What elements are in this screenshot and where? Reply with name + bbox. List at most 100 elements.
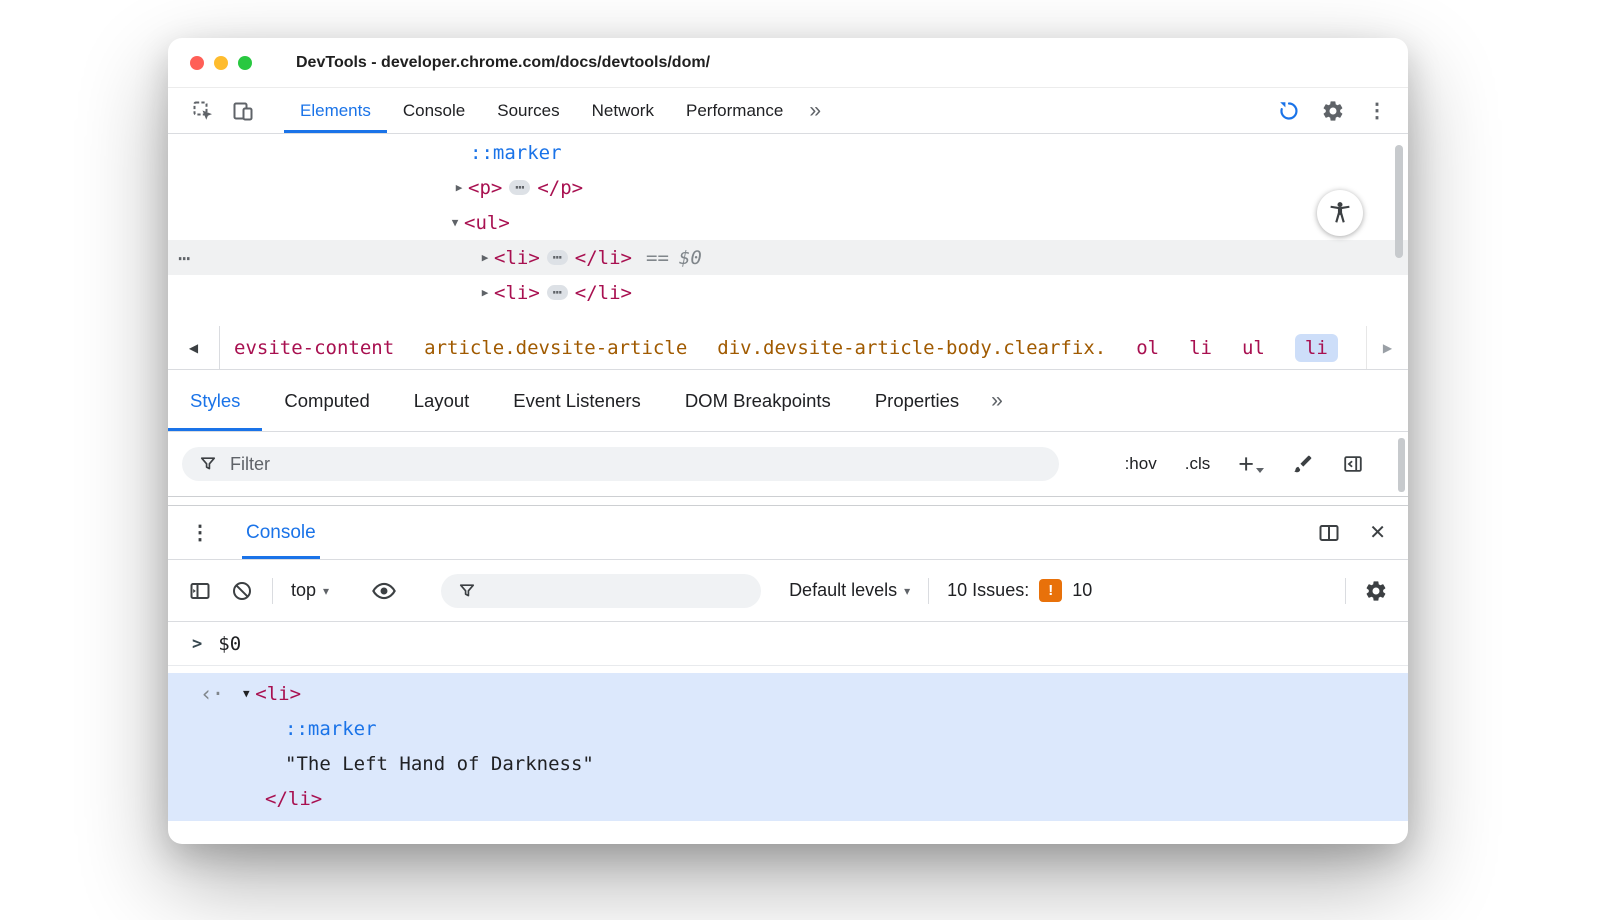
console-settings-gear-icon[interactable] xyxy=(1364,579,1388,603)
collapse-arrow-icon[interactable]: ▼ xyxy=(237,687,255,700)
inspect-element-icon[interactable] xyxy=(186,94,220,128)
dollar-zero-hint: $0 xyxy=(678,246,702,269)
tab-computed[interactable]: Computed xyxy=(262,370,391,431)
issues-counter[interactable]: 10 Issues: ! 10 xyxy=(947,579,1092,602)
pseudo-marker-node: ::marker xyxy=(470,141,562,164)
collapse-arrow-icon[interactable]: ▼ xyxy=(446,216,464,229)
toggle-element-state-button[interactable]: :hov xyxy=(1125,454,1157,474)
styles-tabs: Styles Computed Layout Event Listeners D… xyxy=(168,370,1408,432)
styles-more-tabs-button[interactable]: » xyxy=(981,389,1013,413)
styles-scrollbar[interactable] xyxy=(1398,438,1405,492)
tag-close-p: </p> xyxy=(537,176,584,199)
breadcrumb-item-li-selected[interactable]: li xyxy=(1294,333,1338,362)
expand-arrow-icon[interactable]: ▶ xyxy=(476,251,494,264)
console-filter-input[interactable] xyxy=(441,573,762,608)
new-style-rule-button[interactable]: + xyxy=(1238,451,1264,478)
tab-styles[interactable]: Styles xyxy=(168,370,262,431)
styles-toolbar: Filter :hov .cls + xyxy=(168,432,1408,497)
log-levels-dropdown[interactable]: Default levels ▾ xyxy=(789,580,910,601)
device-toolbar-icon[interactable] xyxy=(226,94,260,128)
drawer-header-right: ✕ xyxy=(1317,520,1386,545)
inline-expand-button[interactable]: ⋯ xyxy=(509,180,531,195)
breadcrumb-item-article[interactable]: article.devsite-article xyxy=(424,337,687,359)
console-sidebar-icon[interactable] xyxy=(188,579,212,603)
brush-icon[interactable] xyxy=(1292,453,1314,475)
filter-funnel-icon xyxy=(198,454,218,474)
console-drawer: ⋮ Console ✕ top ▾ Default levels ▾ 10 Is… xyxy=(168,505,1408,844)
styles-filter-input[interactable]: Filter xyxy=(182,447,1059,481)
result-row-li-close[interactable]: </li> xyxy=(168,781,1408,816)
drawer-kebab-menu-icon[interactable]: ⋮ xyxy=(190,520,210,545)
log-levels-value: Default levels xyxy=(789,580,898,600)
breadcrumb-item-article-body[interactable]: div.devsite-article-body.clearfix. xyxy=(717,337,1106,359)
tab-layout[interactable]: Layout xyxy=(392,370,492,431)
console-result-block[interactable]: ‹· ▼ <li> ::marker "The Left Hand of Dar… xyxy=(168,673,1408,821)
tab-performance[interactable]: Performance xyxy=(670,88,799,133)
tab-properties[interactable]: Properties xyxy=(853,370,981,431)
equals-hint: == xyxy=(646,246,669,269)
dock-sidebar-icon[interactable] xyxy=(1342,453,1364,475)
breadcrumb-item-devsite-content[interactable]: evsite-content xyxy=(234,337,394,359)
result-tag-close-li: </li> xyxy=(265,787,323,810)
divider xyxy=(272,577,273,604)
tree-row-p[interactable]: ▶ <p> ⋯ </p> xyxy=(168,170,1408,205)
toolbar-left-icons xyxy=(186,94,260,128)
minimize-window-button[interactable] xyxy=(214,55,228,70)
clear-console-icon[interactable] xyxy=(230,579,254,603)
console-eval-row[interactable]: > $0 xyxy=(168,622,1408,666)
issues-count: 10 xyxy=(1072,580,1093,600)
expand-arrow-icon[interactable]: ▶ xyxy=(450,181,468,194)
result-chevron-icon: ‹· xyxy=(200,681,224,706)
breadcrumb-item-ul[interactable]: ul xyxy=(1242,337,1265,359)
accessibility-person-icon[interactable] xyxy=(1317,190,1363,236)
gutter-more-icon[interactable]: ⋯ xyxy=(178,246,191,270)
expand-arrow-icon[interactable]: ▶ xyxy=(476,286,494,299)
sync-icon[interactable] xyxy=(1272,94,1306,128)
tree-row-li-selected[interactable]: ⋯ ▶ <li> ⋯ </li> == $0 xyxy=(168,240,1408,275)
result-tag-open-li: <li> xyxy=(255,682,302,705)
tag-close-li: </li> xyxy=(574,246,632,269)
result-row-marker[interactable]: ::marker xyxy=(168,711,1408,746)
breadcrumb-item-ol[interactable]: ol xyxy=(1136,337,1159,359)
context-selector-value: top xyxy=(291,580,317,600)
devtools-window: DevTools - developer.chrome.com/docs/dev… xyxy=(168,38,1408,844)
tab-console-drawer[interactable]: Console xyxy=(242,506,320,559)
tag-open-p: <p> xyxy=(468,176,503,199)
tag-open-li: <li> xyxy=(494,281,540,304)
tab-event-listeners[interactable]: Event Listeners xyxy=(491,370,663,431)
tab-sources[interactable]: Sources xyxy=(481,88,575,133)
result-row-text[interactable]: "The Left Hand of Darkness" xyxy=(168,746,1408,781)
elements-scrollbar[interactable] xyxy=(1395,145,1403,258)
inline-expand-button[interactable]: ⋯ xyxy=(546,285,568,300)
settings-gear-icon[interactable] xyxy=(1316,94,1350,128)
styles-actions: :hov .cls + xyxy=(1125,451,1364,478)
result-pseudo-marker: ::marker xyxy=(285,717,377,740)
tree-row-ul[interactable]: ▼ <ul> xyxy=(168,205,1408,240)
breadcrumb-forward-button[interactable]: ▶ xyxy=(1366,326,1408,369)
tree-row-li[interactable]: ▶ <li> ⋯ </li> xyxy=(168,275,1408,310)
more-panels-button[interactable]: » xyxy=(799,99,831,123)
drawer-header: ⋮ Console ✕ xyxy=(168,506,1408,560)
context-selector[interactable]: top ▾ xyxy=(291,580,329,601)
tag-open-ul: <ul> xyxy=(464,211,510,234)
traffic-lights xyxy=(190,55,252,70)
chevron-down-icon: ▾ xyxy=(904,583,911,598)
result-row-li-open[interactable]: ‹· ▼ <li> xyxy=(168,676,1408,711)
tree-row-marker[interactable]: ::marker xyxy=(168,135,1408,170)
live-expression-eye-icon[interactable] xyxy=(371,578,397,604)
split-panel-icon[interactable] xyxy=(1317,521,1341,545)
console-input-chevron-icon: > xyxy=(192,633,203,654)
tab-dom-breakpoints[interactable]: DOM Breakpoints xyxy=(663,370,853,431)
inline-expand-button[interactable]: ⋯ xyxy=(546,250,568,265)
breadcrumb-item-li[interactable]: li xyxy=(1189,337,1212,359)
close-window-button[interactable] xyxy=(190,55,204,70)
fullscreen-window-button[interactable] xyxy=(238,55,252,70)
tab-elements[interactable]: Elements xyxy=(284,88,387,133)
tab-network[interactable]: Network xyxy=(576,88,670,133)
result-text-node: "The Left Hand of Darkness" xyxy=(285,752,594,775)
kebab-menu-icon[interactable]: ⋮ xyxy=(1360,94,1394,128)
element-classes-button[interactable]: .cls xyxy=(1185,454,1211,474)
tab-console[interactable]: Console xyxy=(387,88,481,133)
close-drawer-icon[interactable]: ✕ xyxy=(1369,520,1386,545)
breadcrumb-back-button[interactable]: ◀ xyxy=(168,326,220,369)
